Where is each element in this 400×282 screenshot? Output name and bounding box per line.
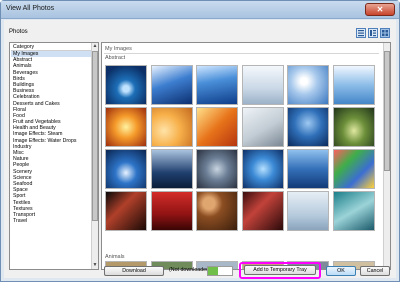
photo-thumbnail[interactable] xyxy=(150,65,193,105)
view-mode-toolbar xyxy=(356,28,390,38)
download-status: (Not downloaded) xyxy=(169,267,211,273)
photo-thumbnail[interactable] xyxy=(105,191,147,231)
photo-thumbnail[interactable] xyxy=(287,65,329,105)
grid-scrollbar[interactable] xyxy=(383,43,390,269)
category-list: Category My Images Abstract Animals Beverage… xyxy=(11,44,93,268)
photo-thumbnail[interactable] xyxy=(150,107,193,147)
photo-thumbnail[interactable] xyxy=(332,149,375,189)
photo-thumbnail[interactable] xyxy=(105,107,147,147)
photo-thumbnail[interactable] xyxy=(332,107,375,147)
close-button[interactable]: ✕ xyxy=(365,3,395,16)
photo-thumbnail[interactable] xyxy=(196,149,238,189)
photo-thumbnail[interactable] xyxy=(105,65,147,105)
category-listbox[interactable]: Category My Images Abstract Animals Beverage… xyxy=(9,42,99,270)
view-all-photos-window: View All Photos ✕ Photos Category My Imag… xyxy=(0,0,400,282)
photo-thumbnail[interactable] xyxy=(332,65,375,105)
photo-thumbnail[interactable] xyxy=(241,107,284,147)
scroll-thumb[interactable] xyxy=(92,51,98,221)
download-progress-bar xyxy=(207,266,233,276)
photo-thumbnail[interactable] xyxy=(241,149,284,189)
photo-thumbnail[interactable] xyxy=(150,191,193,231)
abstract-thumbnails xyxy=(105,65,383,231)
details-view-icon[interactable] xyxy=(368,28,378,38)
cancel-button[interactable]: Cancel xyxy=(360,266,390,276)
photo-grid: My Images Abstract Animals xyxy=(101,42,391,270)
download-progress-fill xyxy=(208,267,218,275)
scroll-up-icon[interactable]: ▲ xyxy=(92,43,98,50)
photo-thumbnail[interactable] xyxy=(196,65,238,105)
section-title-abstract: Abstract xyxy=(105,55,126,61)
photo-thumbnail[interactable] xyxy=(287,149,329,189)
photo-thumbnail[interactable] xyxy=(241,65,284,105)
photo-thumbnail[interactable] xyxy=(105,149,147,189)
section-title-my-images: My Images xyxy=(105,46,132,52)
section-divider xyxy=(104,53,379,54)
thumbnail-view-icon[interactable] xyxy=(380,28,390,38)
grid-scroll-thumb[interactable] xyxy=(384,51,390,171)
category-header: Category xyxy=(11,44,93,51)
photo-thumbnail[interactable] xyxy=(196,191,238,231)
ok-button[interactable]: OK xyxy=(326,266,356,276)
section-title-animals: Animals xyxy=(105,254,125,260)
category-scrollbar[interactable]: ▲ ▼ xyxy=(91,43,98,269)
photo-thumbnail[interactable] xyxy=(332,191,375,231)
photos-label: Photos xyxy=(9,29,28,35)
list-view-icon[interactable] xyxy=(356,28,366,38)
title-bar: View All Photos ✕ xyxy=(1,1,399,19)
window-title: View All Photos xyxy=(6,5,55,12)
add-to-temporary-tray-button[interactable]: Add to Temporary Tray xyxy=(244,265,316,275)
photo-thumbnail[interactable] xyxy=(150,149,193,189)
photo-thumbnail[interactable] xyxy=(287,107,329,147)
photo-thumbnail[interactable] xyxy=(196,107,238,147)
photo-thumbnail[interactable] xyxy=(241,191,284,231)
download-button[interactable]: Download xyxy=(104,266,164,276)
photo-thumbnail[interactable] xyxy=(287,191,329,231)
scroll-down-icon[interactable]: ▼ xyxy=(92,262,98,269)
dialog-body: Photos Category My Images Abstract Animals B… xyxy=(4,20,396,279)
category-item[interactable]: Travel xyxy=(11,218,93,224)
